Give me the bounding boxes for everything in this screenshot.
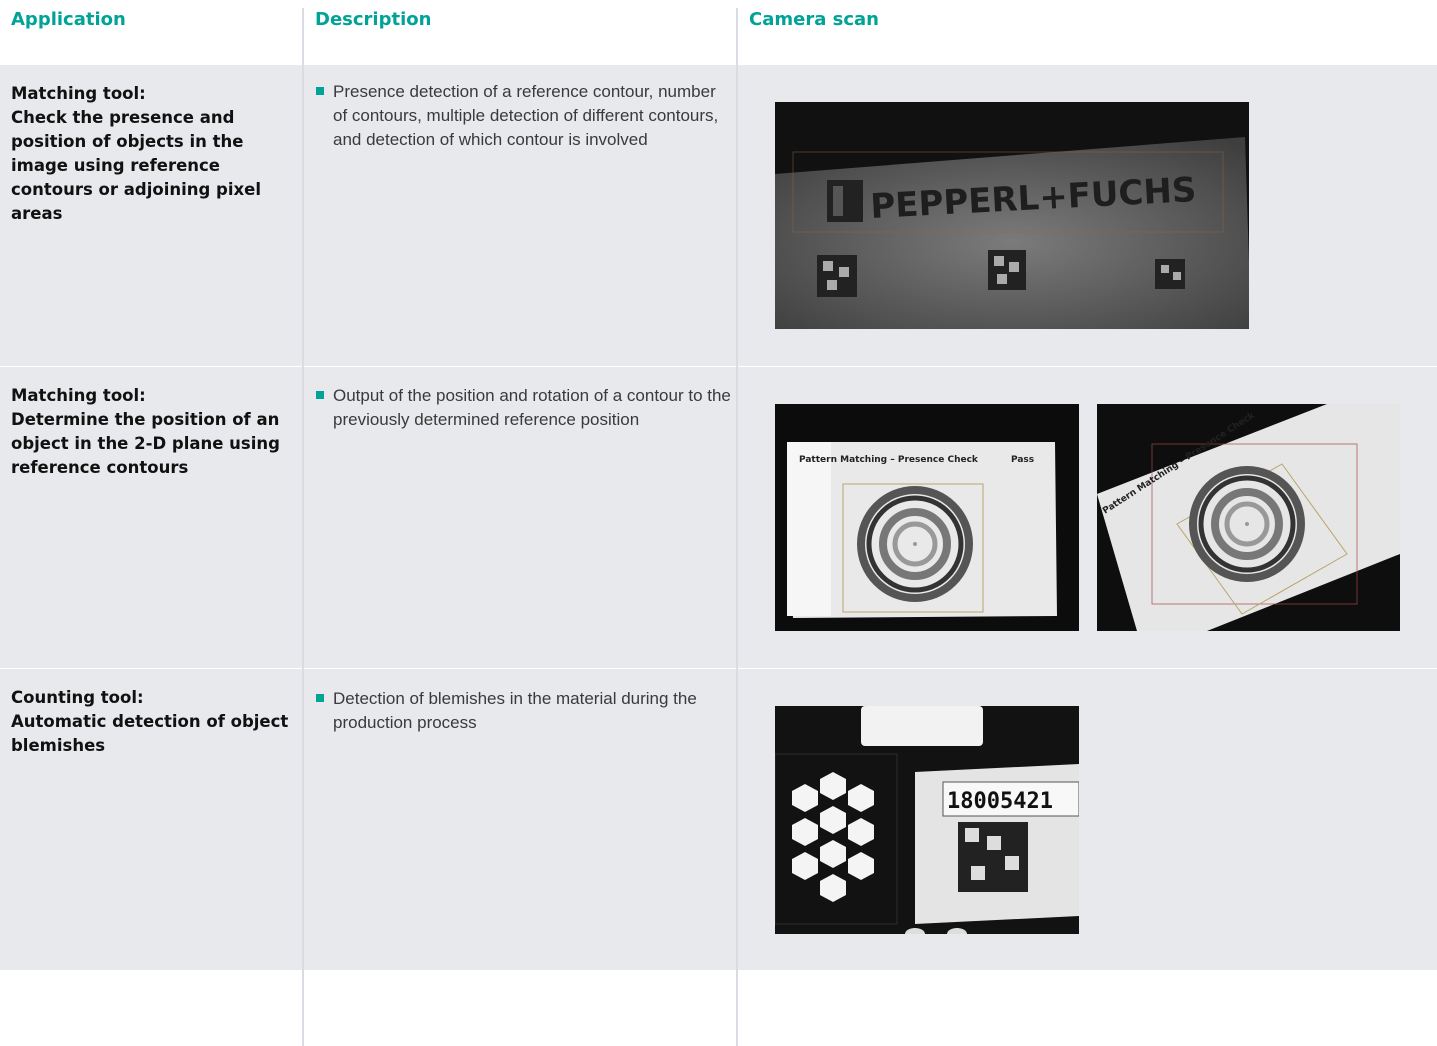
header-camera-scan: Camera scan [749, 9, 879, 30]
description-cell: Detection of blemishes in the material d… [316, 687, 733, 735]
application-text: Automatic detection of object blemishes [11, 712, 289, 755]
camera-scan-image: PEPPERL+FUCHS [775, 102, 1249, 329]
camera-scan-image: Pattern Matching – Presence Check Pass [775, 404, 1079, 631]
application-tool-name: Matching tool: [11, 84, 146, 103]
bullet-icon [316, 87, 324, 95]
application-text: Determine the position of an object in t… [11, 410, 280, 477]
description-text: Presence detection of a reference contou… [333, 82, 719, 149]
application-tool-name: Counting tool: [11, 688, 144, 707]
camera-scan-image: 18005421 [775, 706, 1079, 934]
application-tool-name: Matching tool: [11, 386, 146, 405]
scan-number: 18005421 [947, 789, 1053, 814]
column-divider [736, 8, 738, 1046]
application-cell: Matching tool: Check the presence and po… [11, 82, 291, 226]
header-application: Application [11, 9, 126, 30]
description-cell: Output of the position and rotation of a… [316, 384, 733, 432]
bullet-icon [316, 694, 324, 702]
description-text: Output of the position and rotation of a… [333, 386, 731, 429]
scan-caption: Pattern Matching – Presence Check [799, 455, 979, 465]
scan-status: Pass [1011, 455, 1034, 465]
camera-scan-image: Pattern Matching – Presence Check [1097, 404, 1400, 631]
description-cell: Presence detection of a reference contou… [316, 80, 733, 152]
application-cell: Counting tool: Automatic detection of ob… [11, 686, 291, 758]
description-text: Detection of blemishes in the material d… [333, 689, 697, 732]
column-divider [302, 8, 304, 1046]
application-text: Check the presence and position of objec… [11, 108, 262, 223]
bullet-icon [316, 391, 324, 399]
header-description: Description [315, 9, 432, 30]
application-cell: Matching tool: Determine the position of… [11, 384, 291, 480]
